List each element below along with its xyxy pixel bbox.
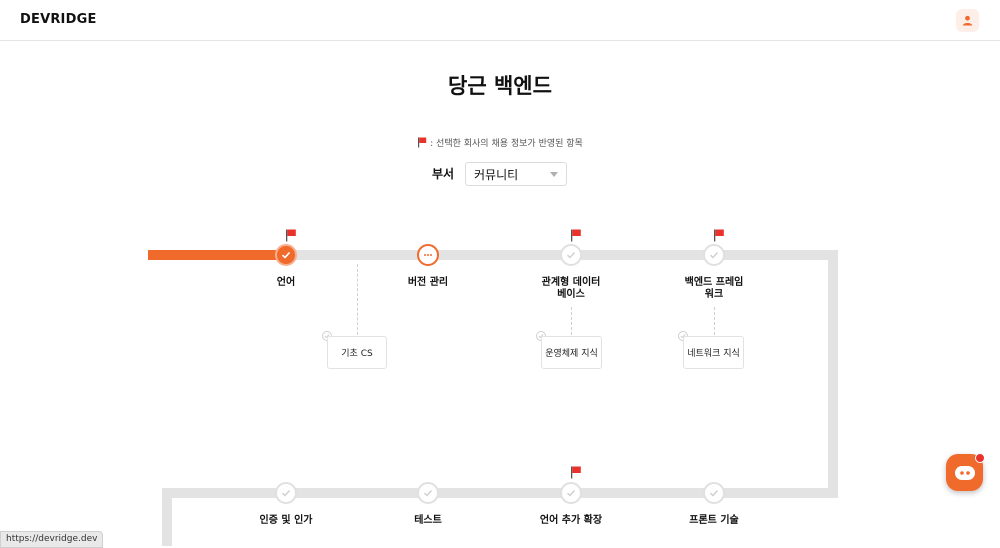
check-icon: [710, 490, 719, 497]
sub-item[interactable]: 네트워크 지식: [683, 336, 744, 369]
check-icon: [282, 490, 291, 497]
roadmap-node-label[interactable]: 언어 추가 확장: [516, 515, 626, 527]
label-line-1: 백엔드 프레임: [684, 277, 744, 288]
roadmap-node-pending[interactable]: [703, 482, 725, 504]
track-row2: [162, 488, 838, 498]
roadmap-node-pending[interactable]: [560, 244, 582, 266]
check-icon: [424, 490, 433, 497]
roadmap-node-pending[interactable]: [417, 482, 439, 504]
connector-line: [571, 307, 572, 335]
track-right-vertical: [828, 250, 838, 498]
status-url: https://devridge.dev: [0, 531, 104, 548]
roadmap-node-pending[interactable]: [560, 482, 582, 504]
user-icon: [962, 15, 973, 26]
roadmap-node-current[interactable]: [417, 244, 439, 266]
legend: : 선택한 회사의 채용 정보가 반영된 항목: [0, 136, 1000, 149]
notification-dot: [975, 453, 985, 463]
department-label: 부서: [432, 167, 455, 181]
connector-line: [714, 307, 715, 335]
roadmap-node-label[interactable]: 백엔드 프레임 워크: [659, 277, 769, 301]
label-line-2: 베이스: [557, 289, 585, 300]
roadmap-node-done[interactable]: [275, 244, 297, 266]
roadmap-node-label[interactable]: 언어: [231, 277, 341, 289]
connector-line: [357, 264, 358, 335]
check-icon: [567, 252, 576, 259]
roadmap-node-pending[interactable]: [275, 482, 297, 504]
flag-icon: [418, 137, 427, 148]
roadmap-node-label[interactable]: 버전 관리: [373, 277, 483, 289]
flag-icon: [570, 464, 582, 483]
top-header: DEVRIDGE: [0, 0, 1000, 41]
page-title: 당근 백엔드: [448, 74, 552, 98]
track-left-vertical: [162, 488, 172, 546]
department-selected: 커뮤니티: [474, 167, 519, 182]
label-line-2: 워크: [704, 289, 724, 300]
roadmap-node-label[interactable]: 테스트: [373, 515, 483, 527]
more-icon: [424, 254, 432, 256]
check-icon: [710, 252, 719, 259]
profile-button[interactable]: [956, 9, 979, 32]
label-line-1: 관계형 데이터: [541, 277, 601, 288]
track-progress: [148, 250, 286, 260]
sub-item[interactable]: 운영체제 지식: [541, 336, 602, 369]
roadmap-node-pending[interactable]: [703, 244, 725, 266]
roadmap-node-label[interactable]: 인증 및 인가: [231, 515, 341, 527]
chat-bot-icon: [954, 465, 975, 480]
roadmap-node-label[interactable]: 프론트 기술: [659, 515, 769, 527]
sub-item[interactable]: 기초 CS: [327, 336, 387, 369]
chevron-down-icon: [550, 171, 558, 177]
logo[interactable]: DEVRIDGE: [20, 12, 97, 27]
check-icon: [567, 490, 576, 497]
roadmap-node-label[interactable]: 관계형 데이터 베이스: [516, 277, 626, 301]
legend-text: : 선택한 회사의 채용 정보가 반영된 항목: [430, 139, 583, 149]
department-select[interactable]: 커뮤니티: [465, 162, 567, 186]
check-icon: [281, 251, 291, 259]
